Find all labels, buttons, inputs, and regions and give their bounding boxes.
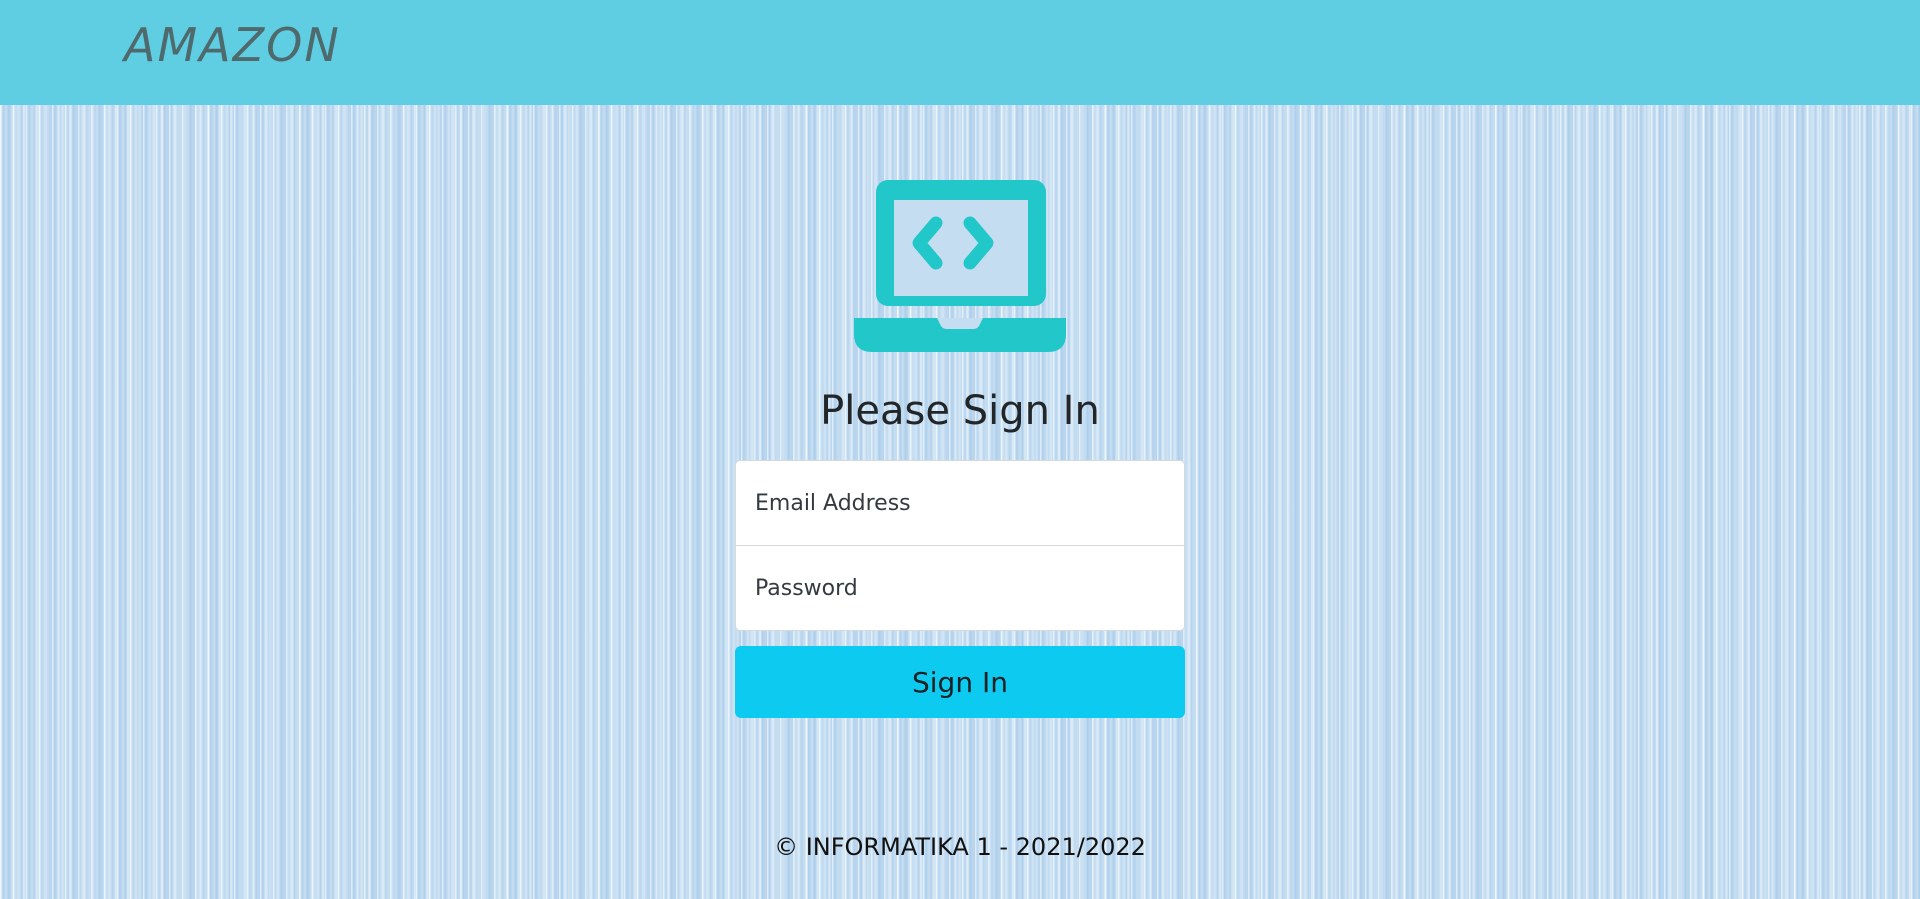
navbar: AMAZON bbox=[0, 0, 1920, 105]
brand-logo-link[interactable]: AMAZON bbox=[124, 22, 341, 68]
password-field[interactable] bbox=[735, 545, 1185, 631]
sign-in-page: Please Sign In Sign In © INFORMATIKA 1 -… bbox=[0, 105, 1920, 899]
sign-in-button[interactable]: Sign In bbox=[735, 646, 1185, 718]
email-field[interactable] bbox=[735, 460, 1185, 546]
page-title: Please Sign In bbox=[820, 388, 1100, 434]
footer-copyright: © INFORMATIKA 1 - 2021/2022 bbox=[774, 833, 1146, 861]
laptop-code-icon bbox=[854, 180, 1066, 352]
